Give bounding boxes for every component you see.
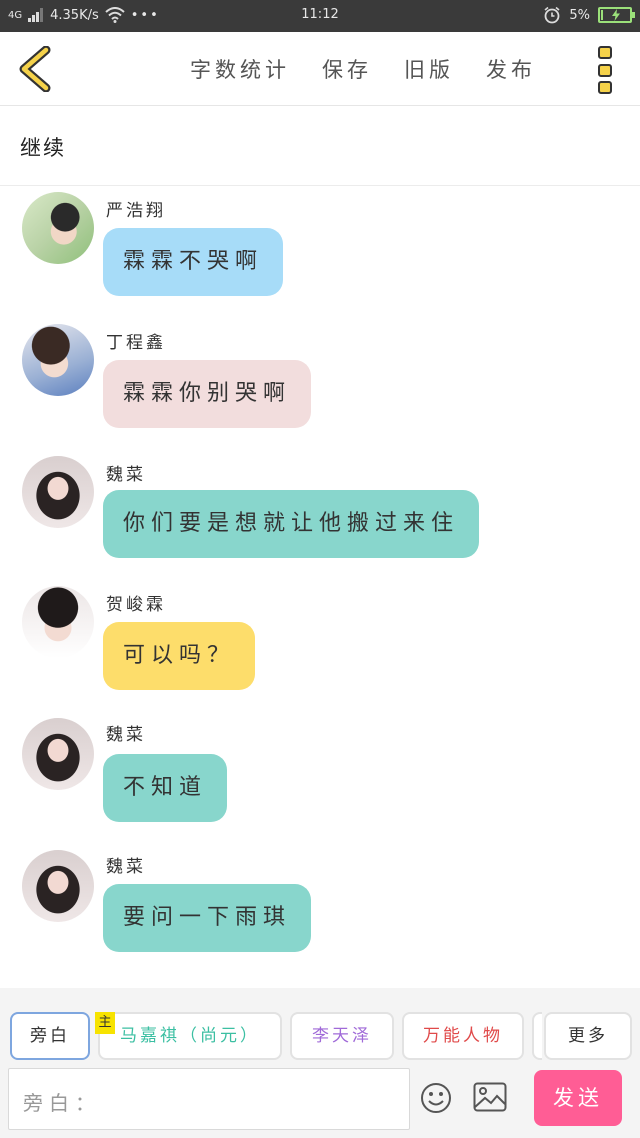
composer: 旁白 马嘉祺（尚元） 李天泽 万能人物 更多 主 旁白： 发送 xyxy=(0,988,640,1138)
chip-separator xyxy=(532,1012,542,1060)
back-chevron-icon xyxy=(19,45,51,93)
avatar[interactable] xyxy=(22,456,94,528)
input-row: 旁白： 发送 xyxy=(0,1068,640,1130)
old-version-button[interactable]: 旧版 xyxy=(404,54,454,84)
sender-name: 魏菜 xyxy=(106,725,146,745)
message-bubble[interactable]: 要问一下雨琪 xyxy=(103,884,312,952)
sender-name: 魏菜 xyxy=(106,857,146,877)
publish-button[interactable]: 发布 xyxy=(486,54,536,84)
sender-name: 魏菜 xyxy=(106,465,146,485)
avatar[interactable] xyxy=(22,718,94,790)
battery-percent: 5% xyxy=(569,7,590,23)
send-button[interactable]: 发送 xyxy=(534,1070,622,1126)
continue-row[interactable]: 继续 xyxy=(0,106,640,186)
message-bubble[interactable]: 霖霖你别哭啊 xyxy=(103,360,312,428)
role-chip-host[interactable]: 马嘉祺（尚元） xyxy=(98,1012,282,1060)
role-chip-narration[interactable]: 旁白 xyxy=(10,1012,90,1060)
message-bubble[interactable]: 你们要是想就让他搬过来住 xyxy=(103,490,480,558)
menu-dot xyxy=(598,46,612,59)
message-bubble[interactable]: 不知道 xyxy=(103,754,228,822)
avatar[interactable] xyxy=(22,324,94,396)
host-tag: 主 xyxy=(95,1012,115,1034)
sender-name: 丁程鑫 xyxy=(106,333,166,353)
avatar[interactable] xyxy=(22,192,94,264)
message-bubble[interactable]: 霖霖不哭啊 xyxy=(103,228,284,296)
alarm-icon xyxy=(544,6,560,24)
menu-dot xyxy=(598,63,612,77)
more-roles-button[interactable]: 更多 xyxy=(544,1012,632,1060)
image-icon[interactable] xyxy=(473,1082,507,1112)
chat-area: 严浩翔 霖霖不哭啊 丁程鑫 霖霖你别哭啊 魏菜 你们要是想就让他搬过来住 贺峻霖… xyxy=(0,186,640,988)
emoji-icon[interactable] xyxy=(420,1082,452,1114)
sender-name: 贺峻霖 xyxy=(106,595,166,615)
charging-bolt-icon xyxy=(612,9,620,21)
battery-icon xyxy=(598,7,635,23)
battery-level xyxy=(601,10,603,20)
input-placeholder: 旁白： xyxy=(23,1091,101,1115)
nav-actions: 字数统计 保存 旧版 发布 xyxy=(190,54,536,84)
status-right: 5% xyxy=(543,6,635,24)
back-button[interactable] xyxy=(16,45,56,93)
avatar[interactable] xyxy=(22,586,94,658)
message-bubble[interactable]: 可以吗？ xyxy=(103,622,256,690)
save-button[interactable]: 保存 xyxy=(322,54,372,84)
role-chip-role2[interactable]: 李天泽 xyxy=(290,1012,394,1060)
top-nav: 字数统计 保存 旧版 发布 xyxy=(0,32,640,106)
message-input[interactable]: 旁白： xyxy=(8,1068,410,1130)
role-chip-role3[interactable]: 万能人物 xyxy=(402,1012,524,1060)
menu-dot xyxy=(598,81,612,94)
avatar[interactable] xyxy=(22,850,94,922)
continue-label: 继续 xyxy=(20,136,66,160)
status-bar: 4G 4.35K/s ••• 11:12 5% xyxy=(0,0,640,32)
sender-name: 严浩翔 xyxy=(106,201,166,221)
word-count-button[interactable]: 字数统计 xyxy=(190,54,290,84)
menu-icon[interactable] xyxy=(598,46,614,94)
